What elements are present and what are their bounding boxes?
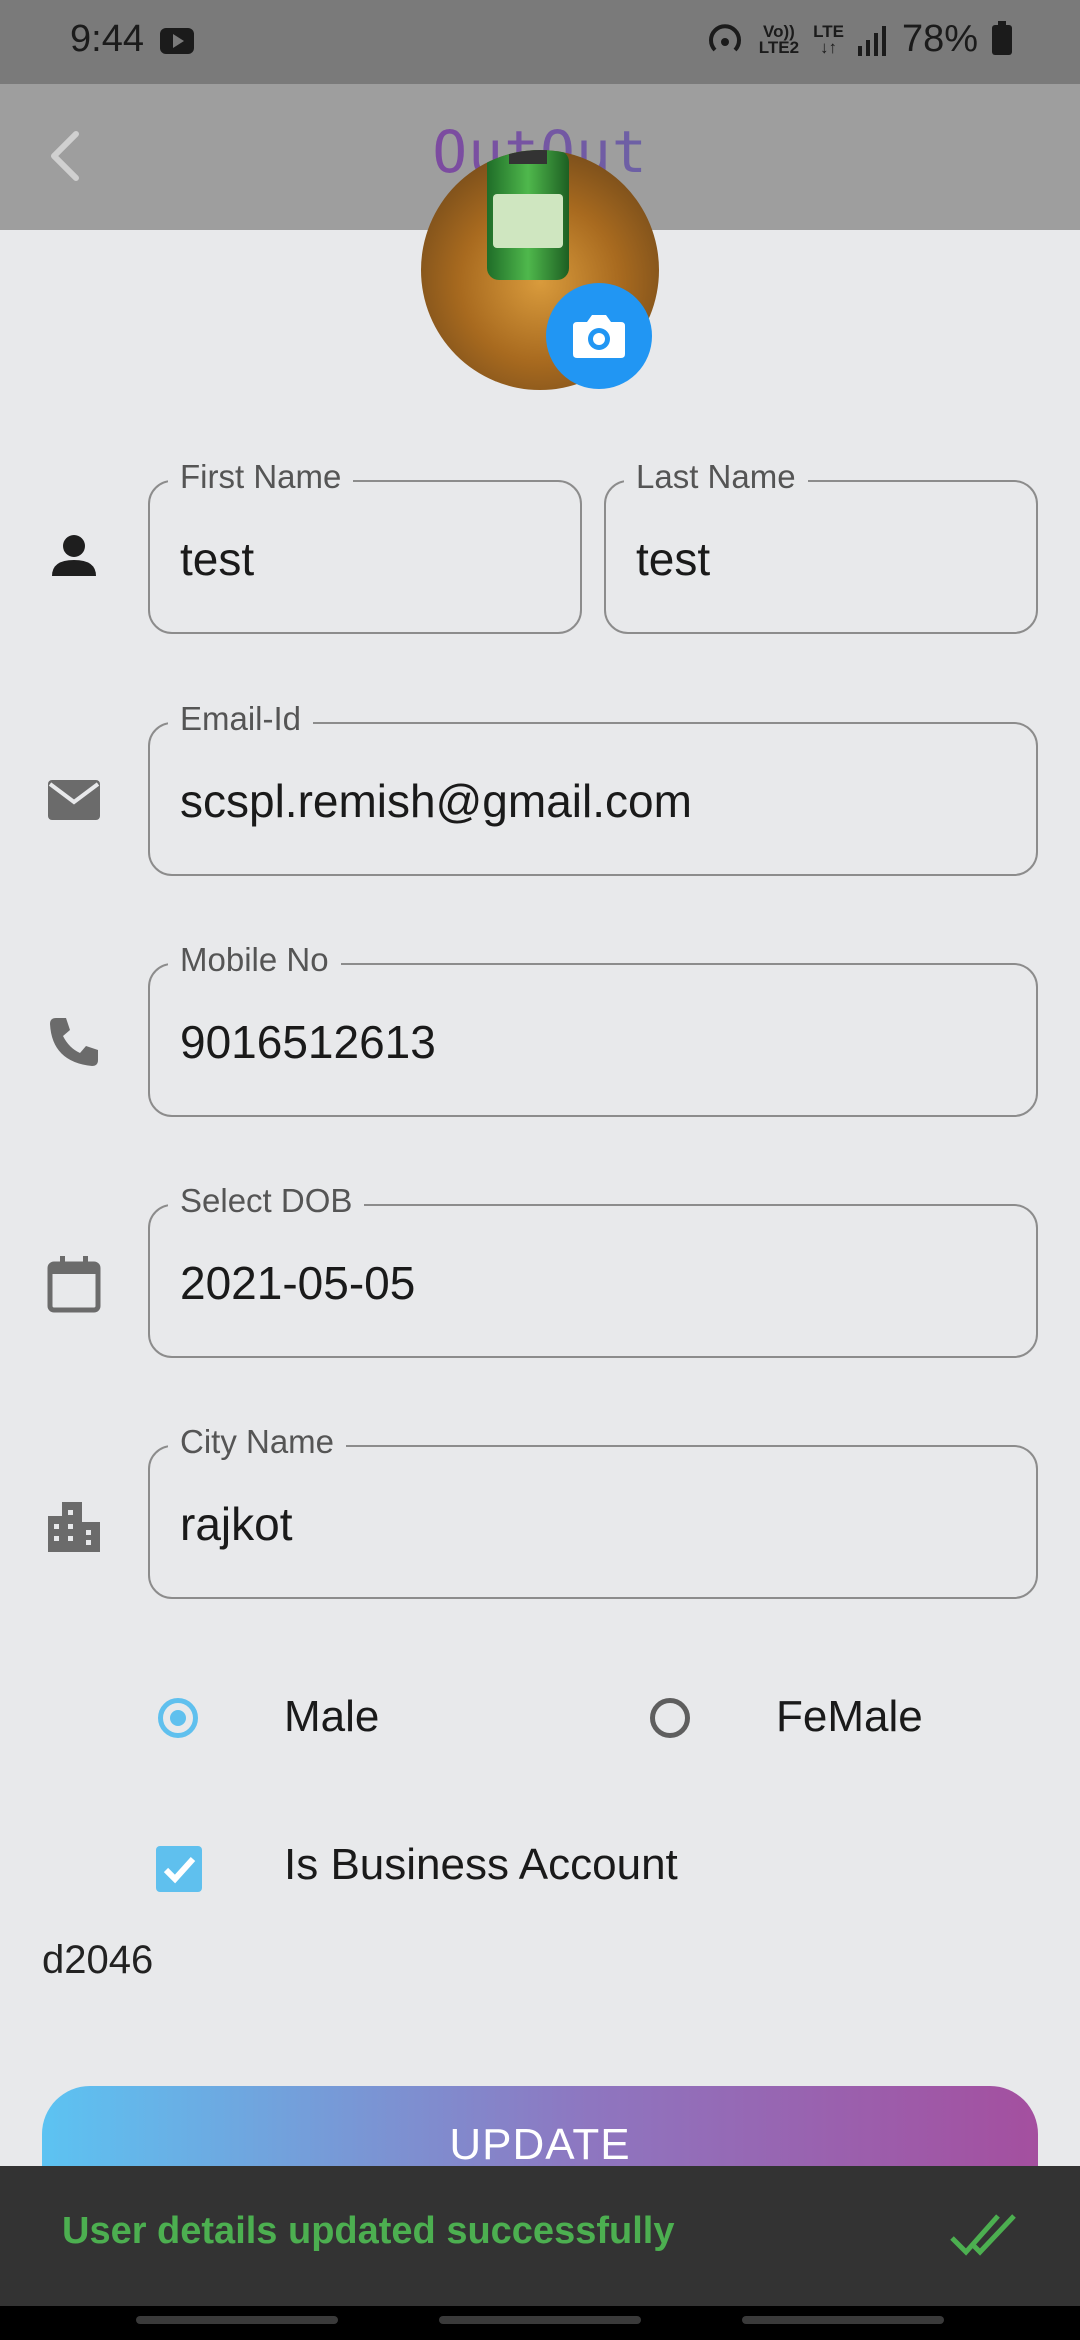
female-label[interactable]: FeMale (776, 1692, 923, 1742)
dob-value[interactable]: 2021-05-05 (180, 1256, 415, 1310)
business-account-checkbox[interactable] (156, 1846, 202, 1892)
double-check-icon (950, 2214, 1016, 2256)
mobile-label: Mobile No (168, 941, 341, 979)
email-label: Email-Id (168, 700, 314, 738)
dob-label: Select DOB (168, 1182, 365, 1220)
first-name-label: First Name (168, 458, 354, 496)
first-name-value[interactable]: test (180, 532, 254, 586)
battery-icon (992, 20, 1012, 55)
male-radio[interactable] (158, 1698, 198, 1738)
snackbar-message: User details updated successfully (62, 2210, 675, 2252)
first-name-field[interactable]: First Name test (148, 458, 582, 634)
system-nav-bar (0, 2306, 1080, 2340)
male-label[interactable]: Male (284, 1692, 379, 1742)
status-icons: Vo)) LTE2 LTE ↓↑ 78% (705, 18, 1012, 61)
youtube-icon (160, 28, 194, 54)
city-icon (48, 1502, 100, 1552)
status-bar: 9:44 Vo)) LTE2 LTE ↓↑ 78% (0, 0, 1080, 84)
nav-home[interactable] (439, 2316, 641, 2324)
status-time: 9:44 (70, 18, 144, 60)
volte-indicator: Vo)) LTE2 (758, 21, 800, 57)
battery-percent: 78% (901, 18, 978, 60)
last-name-value[interactable]: test (636, 532, 710, 586)
last-name-field[interactable]: Last Name test (604, 458, 1038, 634)
person-icon (52, 535, 96, 576)
snackbar: User details updated successfully (0, 2166, 1080, 2306)
email-field[interactable]: Email-Id scspl.remish@gmail.com (148, 700, 1038, 876)
email-value[interactable]: scspl.remish@gmail.com (180, 774, 692, 828)
dob-field[interactable]: Select DOB 2021-05-05 (148, 1182, 1038, 1358)
mobile-field[interactable]: Mobile No 9016512613 (148, 941, 1038, 1117)
change-photo-button[interactable] (546, 283, 652, 389)
hotspot-icon (708, 23, 741, 51)
last-name-label: Last Name (624, 458, 808, 496)
checkmark-icon (163, 1856, 196, 1884)
city-field[interactable]: City Name rajkot (148, 1423, 1038, 1599)
calendar-icon (47, 1256, 101, 1313)
signal-icon (857, 25, 886, 56)
nav-back[interactable] (742, 2316, 944, 2324)
nav-recents[interactable] (136, 2316, 338, 2324)
mobile-value[interactable]: 9016512613 (180, 1015, 436, 1069)
avatar-photo-bottle (487, 150, 569, 280)
city-label: City Name (168, 1423, 347, 1461)
city-value[interactable]: rajkot (180, 1497, 292, 1551)
user-code: d2046 (42, 1938, 154, 1982)
lte-indicator: LTE ↓↑ (813, 21, 844, 57)
female-radio[interactable] (650, 1698, 690, 1738)
phone-icon (50, 1018, 98, 1066)
camera-icon (573, 315, 625, 358)
business-account-label[interactable]: Is Business Account (284, 1840, 678, 1890)
email-icon (48, 780, 100, 820)
